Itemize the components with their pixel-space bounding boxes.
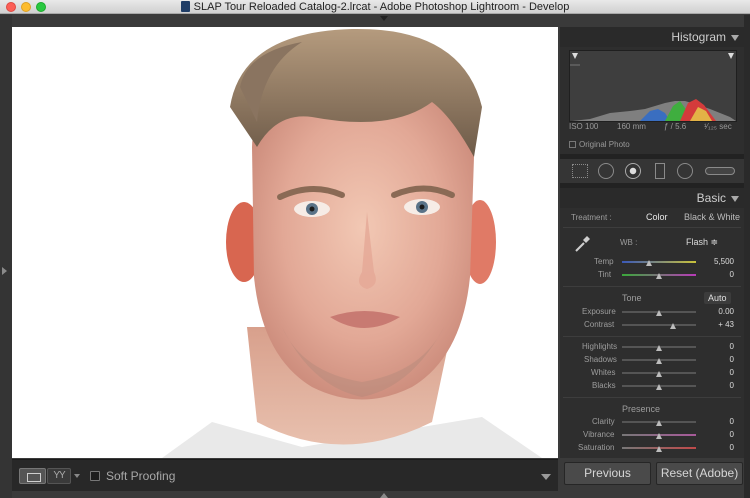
tool-strip [560,159,744,183]
focal-length-readout: 160 mm [617,122,646,131]
vibrance-value[interactable]: 0 [704,430,734,439]
contrast-slider-handle[interactable] [670,323,676,329]
temp-value[interactable]: 5,500 [704,257,734,266]
tint-value[interactable]: 0 [704,270,734,279]
tint-slider-handle[interactable] [656,273,662,279]
wb-preset-dropdown[interactable]: Flash ≑ [686,237,718,248]
histogram-graph[interactable] [569,50,737,122]
highlights-value[interactable]: 0 [704,342,734,351]
tone-label: Tone [622,293,642,303]
show-filmstrip-arrow-icon[interactable] [380,493,388,498]
soft-proofing-label: Soft Proofing [106,469,176,483]
temp-slider-handle[interactable] [646,260,652,266]
saturation-value[interactable]: 0 [704,443,734,452]
basic-header[interactable]: Basic [560,188,744,208]
contrast-label: Contrast [584,320,615,329]
blacks-label: Blacks [592,381,616,390]
radial-filter-icon[interactable] [677,163,693,179]
bottom-toolbar: YY Soft Proofing [12,459,558,491]
show-top-panel-arrow-icon[interactable] [380,16,388,21]
exposure-value[interactable]: 0.00 [704,307,734,316]
divider [563,397,741,398]
vibrance-label: Vibrance [583,430,615,439]
eyedropper-icon[interactable] [572,234,592,254]
saturation-label: Saturation [578,443,615,452]
highlights-label: Highlights [582,342,618,351]
histogram-title: Histogram [671,30,726,44]
before-after-view-button[interactable]: YY [47,468,71,484]
red-eye-icon[interactable] [625,163,641,179]
saturation-slider-handle[interactable] [656,446,662,452]
original-photo-toggle[interactable]: Original Photo [569,140,630,149]
exposure-label: Exposure [582,307,616,316]
spot-removal-icon[interactable] [598,163,614,179]
presence-label: Presence [622,404,661,414]
title-bar: SLAP Tour Reloaded Catalog-2.lrcat - Ado… [0,0,750,14]
soft-proofing-checkbox[interactable] [90,471,100,481]
aperture-readout: ƒ / 5.6 [664,122,687,131]
iso-readout: ISO 100 [569,122,599,131]
treatment-bw-option[interactable]: Black & White [684,212,740,222]
loupe-view-button[interactable] [19,468,46,484]
contrast-slider-track[interactable] [622,324,696,326]
shadows-slider-handle[interactable] [656,358,662,364]
whites-label: Whites [591,368,616,377]
whites-slider-handle[interactable] [656,371,662,377]
eyedropper-glyph [575,236,590,252]
shadows-label: Shadows [584,355,617,364]
crop-icon[interactable] [572,164,588,178]
reset-button[interactable]: Reset (Adobe) [656,462,743,485]
shutter-readout: ¹⁄₁₂₅ sec [704,122,732,131]
right-panel-edge [744,15,750,498]
basic-title: Basic [696,191,726,205]
histogram-header[interactable]: Histogram [560,27,744,47]
treatment-label: Treatment : [571,213,612,222]
contrast-value[interactable]: + 43 [704,320,734,329]
graduated-filter-icon[interactable] [655,163,665,179]
whites-value[interactable]: 0 [704,368,734,377]
clarity-value[interactable]: 0 [704,417,734,426]
collapse-histogram-icon[interactable] [731,35,739,41]
treatment-color-option[interactable]: Color [646,212,668,222]
temp-label: Temp [594,257,614,266]
left-panel-collapsed [0,15,12,498]
temp-slider-track[interactable] [622,261,696,263]
tint-label: Tint [598,270,612,279]
clarity-label: Clarity [592,417,615,426]
exposure-slider-handle[interactable] [656,310,662,316]
catalog-document-icon [180,1,190,12]
wb-label: WB : [620,238,638,247]
divider [563,286,741,287]
blacks-slider-handle[interactable] [656,384,662,390]
auto-tone-button[interactable]: Auto [704,292,731,304]
original-photo-label: Original Photo [579,140,630,149]
clarity-slider-handle[interactable] [656,420,662,426]
show-left-panel-arrow-icon[interactable] [2,267,7,275]
previous-button[interactable]: Previous [564,462,651,485]
divider [563,336,741,337]
photo-preview[interactable] [12,27,558,458]
toolbar-menu-icon[interactable] [541,474,551,480]
divider [563,227,741,228]
portrait-photo [12,27,558,458]
histogram-chart [570,53,736,121]
lightroom-window: SLAP Tour Reloaded Catalog-2.lrcat - Ado… [0,0,750,498]
window-title: SLAP Tour Reloaded Catalog-2.lrcat - Ado… [0,0,750,14]
shadows-value[interactable]: 0 [704,355,734,364]
adjustment-brush-icon[interactable] [705,167,735,175]
before-after-dropdown-icon[interactable] [74,474,80,478]
collapse-basic-icon[interactable] [731,196,739,202]
vibrance-slider-handle[interactable] [656,433,662,439]
blacks-value[interactable]: 0 [704,381,734,390]
right-panel: Histogram ISO 100 160 mm ƒ / 5.6 ¹⁄₁₂₅ s… [560,27,744,458]
highlights-slider-handle[interactable] [656,345,662,351]
original-photo-checkbox[interactable] [569,141,576,148]
